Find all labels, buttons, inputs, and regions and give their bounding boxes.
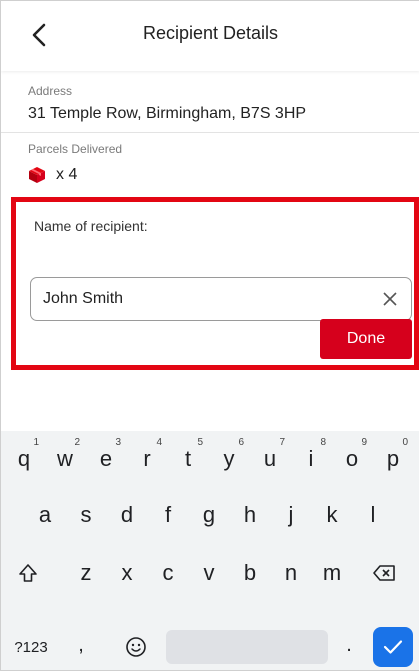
emoji-key[interactable] — [119, 630, 153, 664]
space-key[interactable] — [166, 630, 328, 664]
key-j[interactable]: j — [274, 489, 308, 541]
symbols-key[interactable]: ?123 — [9, 631, 53, 663]
done-button[interactable]: Done — [320, 319, 412, 359]
comma-key[interactable]: , — [71, 629, 91, 661]
key-p[interactable]: p0 — [376, 433, 410, 485]
checkmark-icon — [383, 640, 403, 654]
key-label: w — [57, 446, 73, 471]
key-hint: 3 — [115, 437, 121, 448]
key-c[interactable]: c — [151, 547, 185, 599]
key-h[interactable]: h — [233, 489, 267, 541]
close-icon — [383, 292, 397, 306]
divider — [1, 132, 419, 133]
key-hint: 6 — [238, 437, 244, 448]
key-w[interactable]: w2 — [48, 433, 82, 485]
key-hint: 1 — [33, 437, 39, 448]
address-value: 31 Temple Row, Birmingham, B7S 3HP — [28, 105, 307, 122]
key-label: o — [345, 446, 359, 471]
backspace-key[interactable] — [367, 547, 401, 599]
parcels-label: Parcels Delivered — [28, 142, 123, 156]
key-f[interactable]: f — [151, 489, 185, 541]
parcel-count: x 4 — [56, 166, 78, 183]
key-g[interactable]: g — [192, 489, 226, 541]
key-a[interactable]: a — [28, 489, 62, 541]
smiley-icon — [126, 637, 146, 657]
key-hint: 8 — [320, 437, 326, 448]
key-label: p — [386, 446, 400, 471]
key-hint: 2 — [74, 437, 80, 448]
key-hint: 4 — [156, 437, 162, 448]
backspace-icon — [373, 565, 395, 581]
key-r[interactable]: r4 — [130, 433, 164, 485]
period-key[interactable]: . — [339, 629, 359, 661]
shift-key[interactable] — [11, 547, 45, 599]
key-label: t — [184, 446, 192, 471]
key-n[interactable]: n — [274, 547, 308, 599]
key-hint: 5 — [197, 437, 203, 448]
key-d[interactable]: d — [110, 489, 144, 541]
key-e[interactable]: e3 — [89, 433, 123, 485]
key-i[interactable]: i8 — [294, 433, 328, 485]
key-s[interactable]: s — [69, 489, 103, 541]
address-label: Address — [28, 84, 73, 98]
key-label: y — [223, 446, 235, 471]
key-u[interactable]: u7 — [253, 433, 287, 485]
recipient-section: Name of recipient: Done — [11, 197, 419, 370]
key-label: q — [17, 446, 31, 471]
page-title: Recipient Details — [142, 23, 279, 43]
key-l[interactable]: l — [356, 489, 390, 541]
key-v[interactable]: v — [192, 547, 226, 599]
recipient-input-field[interactable] — [30, 277, 412, 321]
key-k[interactable]: k — [315, 489, 349, 541]
key-t[interactable]: t5 — [171, 433, 205, 485]
key-b[interactable]: b — [233, 547, 267, 599]
key-x[interactable]: x — [110, 547, 144, 599]
key-o[interactable]: o9 — [335, 433, 369, 485]
parcel-count-row: x 4 — [28, 166, 77, 184]
key-hint: 0 — [402, 437, 408, 448]
key-m[interactable]: m — [315, 547, 349, 599]
on-screen-keyboard: q1 w2 e3 r4 t5 y6 u7 i8 o9 p0 a s d f g … — [1, 431, 419, 670]
clear-input-button[interactable] — [379, 288, 401, 310]
key-hint: 9 — [361, 437, 367, 448]
app-screen: Recipient Details Address 31 Temple Row,… — [0, 0, 419, 671]
key-hint: 7 — [279, 437, 285, 448]
parcel-box-icon — [29, 167, 45, 183]
enter-key[interactable] — [373, 627, 413, 667]
shift-icon — [19, 564, 37, 582]
key-label: i — [308, 446, 314, 471]
key-z[interactable]: z — [69, 547, 103, 599]
key-label: r — [143, 446, 151, 471]
header-bar: Recipient Details — [1, 1, 419, 71]
key-y[interactable]: y6 — [212, 433, 246, 485]
key-q[interactable]: q1 — [7, 433, 41, 485]
key-label: e — [99, 446, 113, 471]
key-label: u — [263, 446, 277, 471]
recipient-name-input[interactable] — [43, 278, 363, 320]
recipient-label: Name of recipient: — [34, 218, 148, 234]
